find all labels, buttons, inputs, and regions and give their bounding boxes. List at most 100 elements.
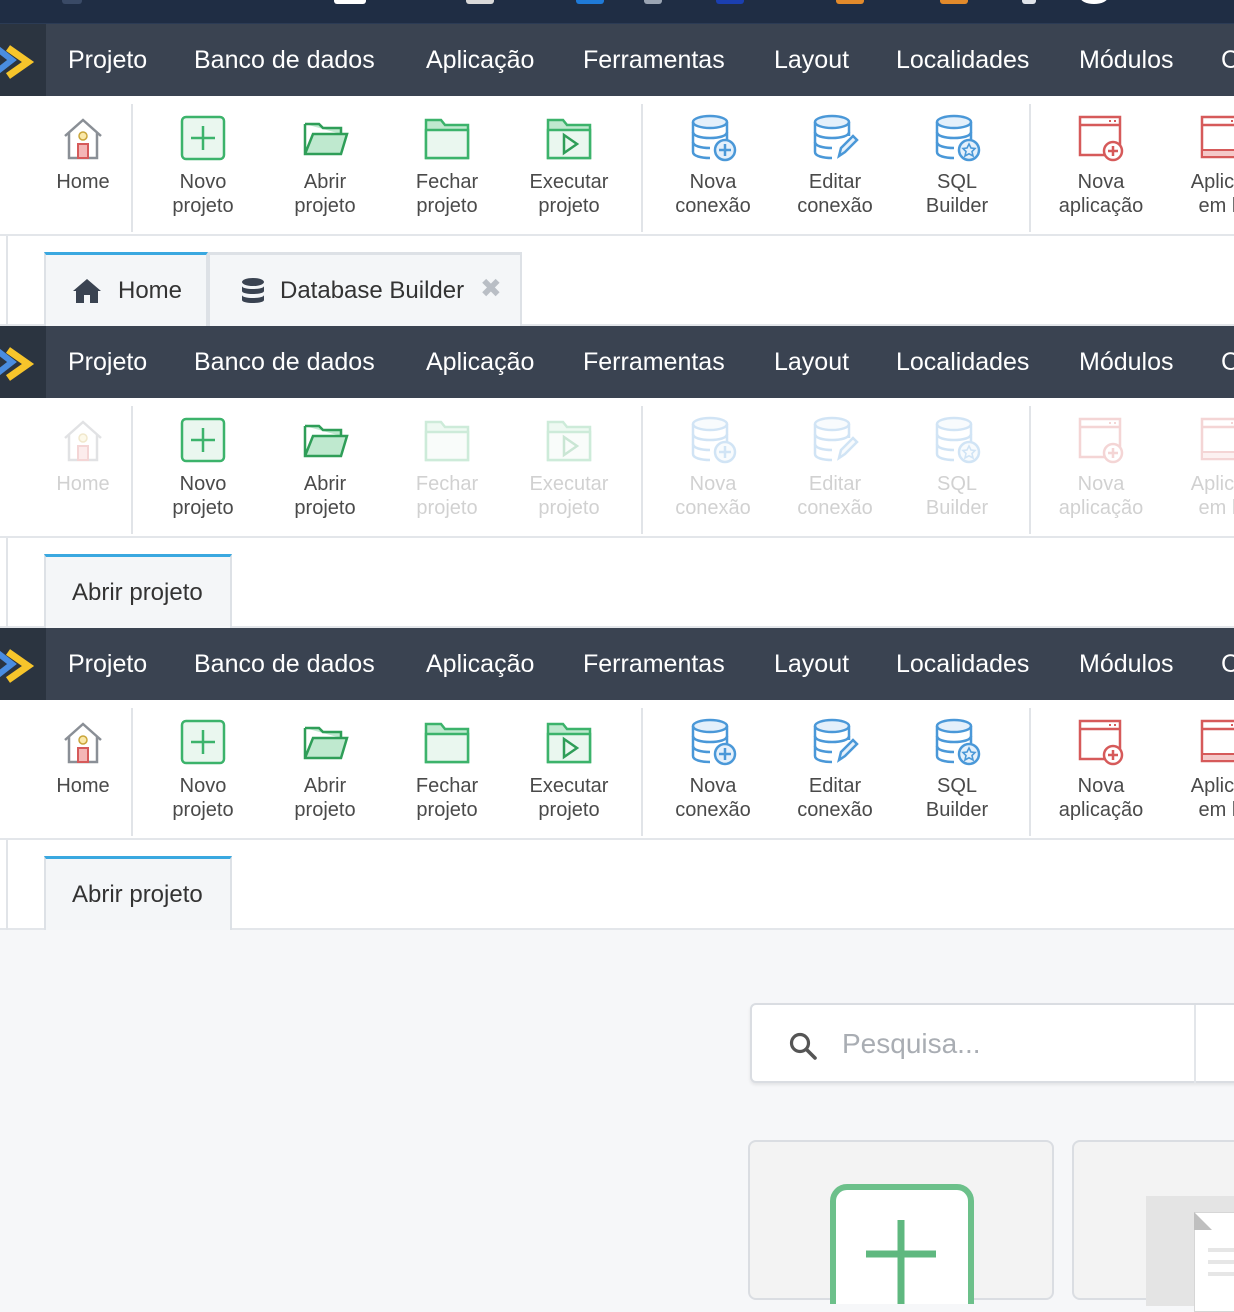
home-button[interactable]: Home xyxy=(28,398,138,534)
close-project-button[interactable]: Fechar projeto xyxy=(392,398,502,534)
app-logo[interactable] xyxy=(0,628,46,700)
window-plus-icon xyxy=(1077,416,1125,464)
tab-home[interactable]: Home xyxy=(44,252,208,326)
tab-open-project[interactable]: Abrir projeto xyxy=(44,856,232,930)
home-button[interactable]: Home xyxy=(28,700,138,836)
menu-layout[interactable]: Layout xyxy=(774,24,849,96)
edit-connection-button[interactable]: Editar conexão xyxy=(780,700,890,836)
database-star-icon xyxy=(933,114,981,162)
taskbar-app-icon[interactable] xyxy=(836,0,864,4)
close-project-button[interactable]: Fechar projeto xyxy=(392,96,502,232)
local-application-button[interactable]: Aplicaç em lo xyxy=(1168,96,1234,232)
database-star-icon xyxy=(933,416,981,464)
close-project-label: Fechar projeto xyxy=(415,473,479,519)
taskbar-app-icon[interactable] xyxy=(940,0,968,4)
run-project-button[interactable]: Executar projeto xyxy=(514,700,624,836)
new-project-button[interactable]: Novo projeto xyxy=(148,398,258,534)
taskbar-app-icon[interactable] xyxy=(716,0,744,4)
menu-banco-de-dados[interactable]: Banco de dados xyxy=(194,628,375,700)
menu-modulos[interactable]: Módulos xyxy=(1079,24,1174,96)
search-input[interactable] xyxy=(842,1023,1182,1065)
close-project-button[interactable]: Fechar projeto xyxy=(392,700,502,836)
window-icon xyxy=(1199,416,1234,464)
sql-builder-button[interactable]: SQL Builder xyxy=(902,96,1012,232)
new-project-card[interactable] xyxy=(748,1140,1054,1304)
edit-connection-label: Editar conexão xyxy=(797,473,873,519)
new-connection-button[interactable]: Nova conexão xyxy=(658,398,768,534)
menu-layout[interactable]: Layout xyxy=(774,628,849,700)
menu-more[interactable]: C xyxy=(1221,24,1234,96)
run-project-button[interactable]: Executar projeto xyxy=(514,398,624,534)
menu-projeto[interactable]: Projeto xyxy=(68,24,147,96)
app-logo[interactable] xyxy=(0,326,46,398)
open-project-button[interactable]: Abrir projeto xyxy=(270,96,380,232)
menu-localidades[interactable]: Localidades xyxy=(896,24,1029,96)
menu-aplicacao[interactable]: Aplicação xyxy=(426,24,534,96)
local-application-button[interactable]: Aplicaç em lo xyxy=(1168,398,1234,534)
new-connection-label: Nova conexão xyxy=(675,775,751,821)
new-application-button[interactable]: Nova aplicação xyxy=(1046,398,1156,534)
os-taskbar xyxy=(0,0,1234,24)
sql-builder-label: SQL Builder xyxy=(925,775,989,821)
menu-layout[interactable]: Layout xyxy=(774,326,849,398)
plus-square-icon xyxy=(830,1184,974,1304)
edit-connection-button[interactable]: Editar conexão xyxy=(780,96,890,232)
menu-more[interactable]: C xyxy=(1221,326,1234,398)
sql-builder-label: SQL Builder xyxy=(925,171,989,217)
sql-builder-button[interactable]: SQL Builder xyxy=(902,700,1012,836)
menu-ferramentas[interactable]: Ferramentas xyxy=(583,326,725,398)
taskbar-app-icon[interactable] xyxy=(576,0,604,4)
home-icon xyxy=(73,279,101,303)
taskbar-app-icon[interactable] xyxy=(334,0,366,4)
menu-modulos[interactable]: Módulos xyxy=(1079,628,1174,700)
database-plus-icon xyxy=(689,718,737,766)
menu-bar: Projeto Banco de dados Aplicação Ferrame… xyxy=(0,326,1234,398)
home-button[interactable]: Home xyxy=(28,96,138,232)
run-project-button[interactable]: Executar projeto xyxy=(514,96,624,232)
menu-banco-de-dados[interactable]: Banco de dados xyxy=(194,24,375,96)
menu-ferramentas[interactable]: Ferramentas xyxy=(583,24,725,96)
folder-open-icon xyxy=(301,416,349,464)
local-application-button[interactable]: Aplicaç em lo xyxy=(1168,700,1234,836)
new-connection-button[interactable]: Nova conexão xyxy=(658,96,768,232)
taskbar-app-icon[interactable] xyxy=(1022,0,1036,4)
tab-home-label: Home xyxy=(118,277,183,304)
new-project-button[interactable]: Novo projeto xyxy=(148,96,258,232)
window-icon xyxy=(1199,718,1234,766)
toolbar-separator xyxy=(131,406,133,534)
taskbar-app-icon[interactable] xyxy=(644,0,662,4)
folder-icon xyxy=(423,114,471,162)
menu-projeto[interactable]: Projeto xyxy=(68,628,147,700)
new-connection-button[interactable]: Nova conexão xyxy=(658,700,768,836)
new-application-button[interactable]: Nova aplicação xyxy=(1046,96,1156,232)
menu-localidades[interactable]: Localidades xyxy=(896,628,1029,700)
window-icon xyxy=(1199,114,1234,162)
taskbar-app-icon[interactable] xyxy=(466,0,494,4)
menu-more[interactable]: C xyxy=(1221,628,1234,700)
menu-aplicacao[interactable]: Aplicação xyxy=(426,628,534,700)
home-icon xyxy=(59,114,107,162)
project-card[interactable] xyxy=(1072,1140,1234,1312)
taskbar-app-icon[interactable] xyxy=(62,0,82,4)
edit-connection-button[interactable]: Editar conexão xyxy=(780,398,890,534)
menu-aplicacao[interactable]: Aplicação xyxy=(426,326,534,398)
app-logo[interactable] xyxy=(0,24,46,96)
menu-localidades[interactable]: Localidades xyxy=(896,326,1029,398)
tab-database-builder[interactable]: Database Builder ✖ xyxy=(208,252,522,326)
menu-modulos[interactable]: Módulos xyxy=(1079,326,1174,398)
sql-builder-button[interactable]: SQL Builder xyxy=(902,398,1012,534)
taskbar-app-icon[interactable] xyxy=(1080,0,1108,4)
menu-projeto[interactable]: Projeto xyxy=(68,326,147,398)
open-project-label: Abrir projeto xyxy=(294,171,356,217)
open-project-button[interactable]: Abrir projeto xyxy=(270,700,380,836)
database-icon xyxy=(242,278,264,303)
new-project-button[interactable]: Novo projeto xyxy=(148,700,258,836)
close-icon[interactable]: ✖ xyxy=(480,273,502,304)
menu-banco-de-dados[interactable]: Banco de dados xyxy=(194,326,375,398)
tab-open-project[interactable]: Abrir projeto xyxy=(44,554,232,628)
tab-bar: Abrir projeto xyxy=(0,840,1234,930)
new-application-button[interactable]: Nova aplicação xyxy=(1046,700,1156,836)
open-project-button[interactable]: Abrir projeto xyxy=(270,398,380,534)
menu-ferramentas[interactable]: Ferramentas xyxy=(583,628,725,700)
database-plus-icon xyxy=(689,114,737,162)
